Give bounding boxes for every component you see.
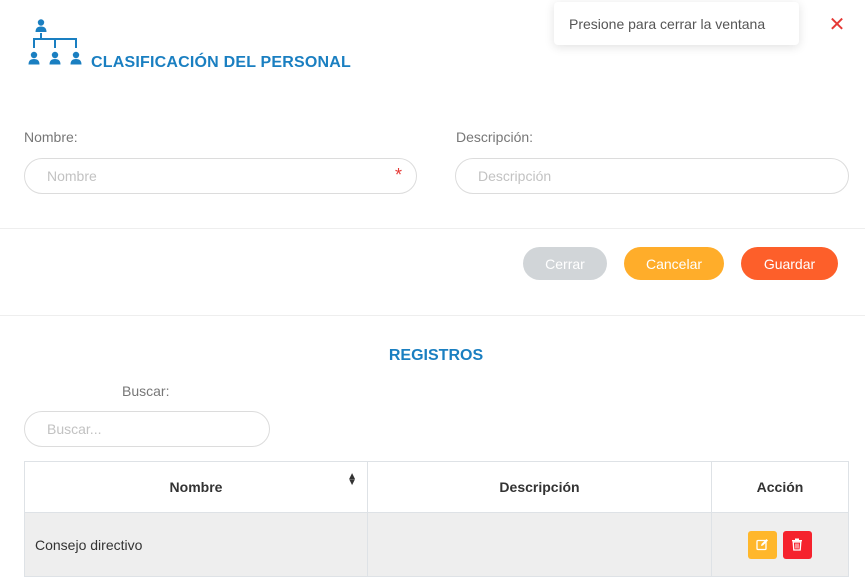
guardar-button[interactable]: Guardar bbox=[741, 247, 838, 280]
column-header-accion: Acción bbox=[711, 461, 849, 513]
nombre-label: Nombre: bbox=[24, 129, 78, 145]
column-header-label: Nombre bbox=[169, 479, 223, 495]
close-tooltip: Presione para cerrar la ventana bbox=[554, 2, 799, 45]
sort-icon[interactable]: ▲ ▼ bbox=[347, 472, 357, 488]
table-header-row: Nombre ▲ ▼ Descripción Acción bbox=[24, 461, 849, 513]
delete-button[interactable] bbox=[782, 530, 812, 559]
records-title: REGISTROS bbox=[388, 347, 484, 364]
required-indicator: * bbox=[395, 165, 403, 185]
page-title: CLASIFICACIÓN DEL PERSONAL bbox=[91, 54, 352, 71]
edit-button[interactable] bbox=[748, 530, 778, 559]
divider bbox=[0, 315, 865, 316]
close-icon[interactable]: ✕ bbox=[825, 12, 849, 36]
nombre-input[interactable] bbox=[24, 158, 417, 194]
column-header-descripcion: Descripción bbox=[367, 461, 712, 513]
descripcion-label: Descripción: bbox=[456, 129, 534, 145]
cancelar-button[interactable]: Cancelar bbox=[624, 247, 724, 280]
divider bbox=[0, 228, 865, 229]
column-header-label: Descripción bbox=[499, 479, 580, 495]
trash-icon bbox=[792, 538, 803, 551]
search-input[interactable] bbox=[24, 411, 270, 447]
search-label: Buscar: bbox=[122, 383, 170, 399]
descripcion-input[interactable] bbox=[455, 158, 849, 194]
records-table: Nombre ▲ ▼ Descripción Acción Consejo dir… bbox=[24, 461, 849, 577]
table-row: Consejo directivo bbox=[24, 512, 849, 577]
column-header-label: Acción bbox=[756, 479, 804, 495]
tooltip-text: Presione para cerrar la ventana bbox=[569, 15, 766, 32]
cerrar-button[interactable]: Cerrar bbox=[523, 247, 607, 280]
column-header-nombre[interactable]: Nombre ▲ ▼ bbox=[24, 461, 368, 513]
edit-icon bbox=[756, 539, 769, 551]
cell-accion bbox=[711, 512, 849, 577]
cell-descripcion bbox=[367, 512, 712, 577]
org-chart-icon bbox=[26, 18, 82, 76]
cell-nombre: Consejo directivo bbox=[24, 512, 368, 577]
